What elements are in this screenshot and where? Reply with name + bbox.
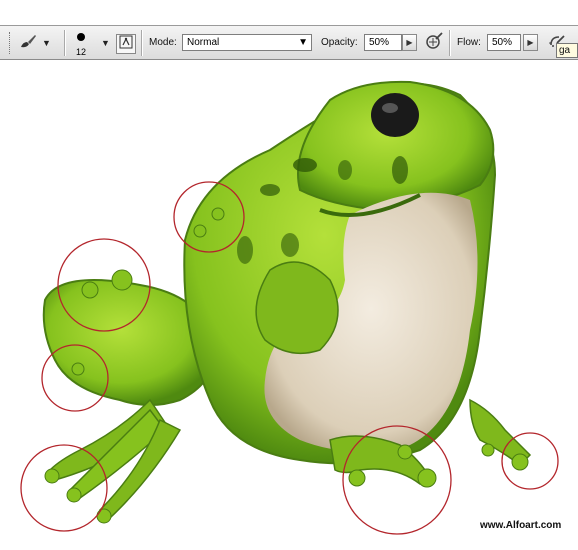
brush-panel-toggle-button[interactable]	[116, 34, 136, 54]
divider	[449, 30, 451, 56]
options-bar: ▼ 12 ▼ Mode: Normal ▼ Opacity: 50% ▶ Flo…	[0, 25, 578, 60]
brush-panel-toggle-icon	[119, 35, 133, 54]
brush-size: 12	[76, 47, 87, 57]
divider	[64, 30, 66, 56]
toolbar-grip[interactable]	[9, 32, 12, 54]
watermark: www.Alfoart.com	[480, 520, 562, 531]
flow-value: 50%	[492, 37, 513, 48]
opacity-value: 50%	[369, 37, 390, 48]
tool-preset-picker[interactable]: ▼	[18, 31, 51, 55]
opacity-slider-button[interactable]: ▶	[402, 34, 417, 51]
flow-label: Flow:	[457, 37, 481, 48]
options-toolbar: ▼ 12 ▼ Mode: Normal ▼ Opacity: 50% ▶ Flo…	[0, 0, 578, 60]
mode-value: Normal	[187, 37, 220, 48]
opacity-label: Opacity:	[321, 37, 358, 48]
arrow-right-icon: ▶	[406, 38, 413, 47]
tooltip: ga	[556, 43, 578, 58]
divider	[141, 30, 143, 56]
document-canvas[interactable]	[0, 61, 578, 545]
opacity-pressure-icon	[424, 31, 444, 56]
mode-select[interactable]: Normal ▼	[182, 34, 312, 51]
highlight-circle	[501, 432, 559, 490]
arrow-right-icon: ▶	[527, 38, 534, 47]
tooltip-text: ga	[559, 45, 571, 56]
chevron-down-icon: ▼	[42, 38, 51, 48]
flow-slider-button[interactable]: ▶	[523, 34, 538, 51]
flow-input[interactable]: 50%	[487, 34, 521, 51]
opacity-pressure-button[interactable]	[423, 31, 445, 56]
mode-label: Mode:	[149, 37, 177, 48]
brush-preset-picker[interactable]: 12	[76, 29, 86, 57]
chevron-down-icon: ▼	[298, 37, 308, 48]
brush-tool-icon	[18, 32, 38, 55]
frog-illustration	[20, 80, 559, 535]
brush-preset-icon	[76, 29, 86, 47]
opacity-input[interactable]: 50%	[364, 34, 402, 51]
chevron-down-icon[interactable]: ▼	[101, 38, 110, 48]
